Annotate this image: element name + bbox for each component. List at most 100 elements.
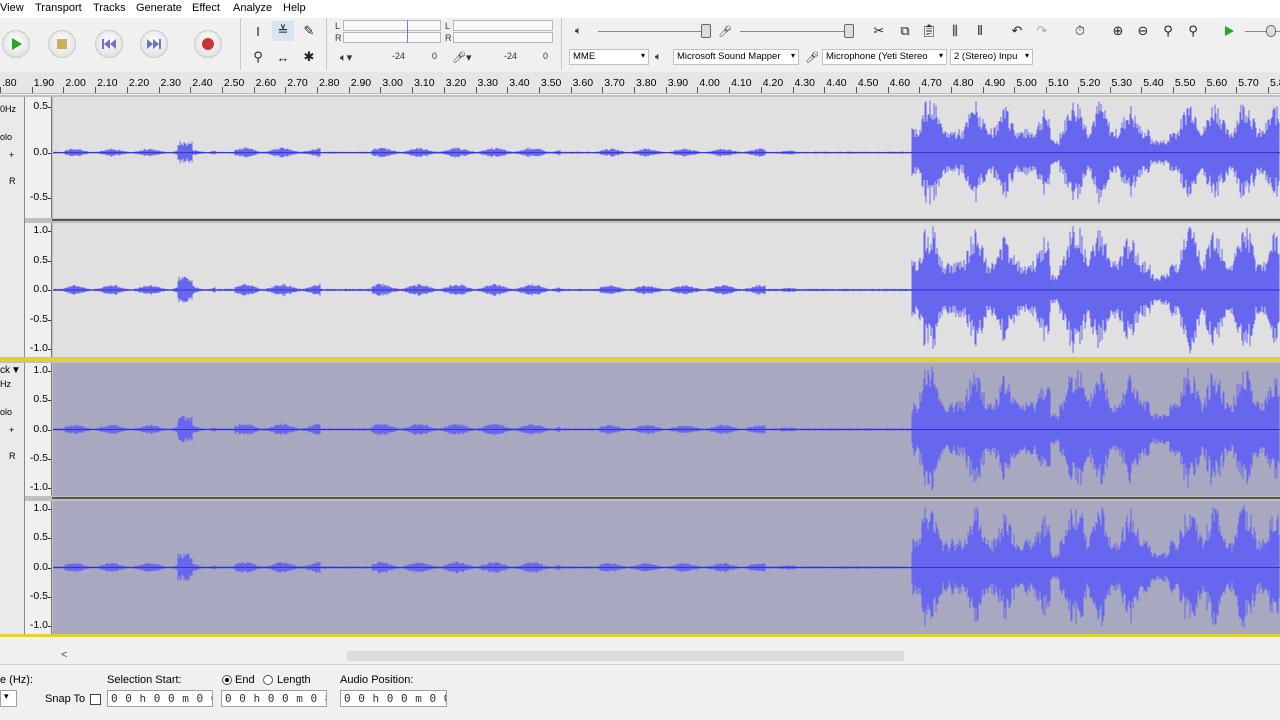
ruler-tick — [221, 87, 223, 93]
skip-start-button[interactable] — [95, 30, 123, 58]
amplitude-label: -0.5 — [29, 451, 48, 464]
toolbar-separator — [561, 18, 562, 70]
recording-volume-slider[interactable] — [740, 31, 852, 32]
scroll-thumb[interactable] — [347, 651, 904, 661]
vertical-amplitude-ruler[interactable]: 1.0 0.5 0.0 -0.5 -1.0 — [25, 363, 52, 496]
selection-tool[interactable]: I — [247, 21, 269, 41]
waveform-channel[interactable] — [53, 223, 1280, 357]
trim-button[interactable]: ⫼ — [944, 21, 966, 41]
zoom-in-icon: ⊕ — [1112, 23, 1124, 38]
vertical-amplitude-ruler[interactable]: 1.0 0.5 0.0 -0.5 -1.0 — [25, 223, 52, 357]
zoom-tool[interactable]: ⚲ — [247, 47, 269, 67]
redo-button[interactable]: ↷ — [1031, 21, 1053, 41]
recording-volume-thumb[interactable] — [844, 24, 854, 38]
output-device-select[interactable]: Microsoft Sound Mapper ▾ — [673, 49, 799, 65]
playback-meter-right[interactable] — [343, 32, 441, 43]
play-icon — [12, 38, 22, 50]
ruler-time-label: 3.60 — [572, 77, 594, 89]
zoom-in-button[interactable]: ⊕ — [1107, 21, 1129, 41]
menu-analyze[interactable]: Analyze — [233, 2, 272, 14]
fit-selection-button[interactable]: ⚲ — [1157, 21, 1179, 41]
ruler-tick — [665, 87, 667, 93]
zoom-out-button[interactable]: ⊖ — [1132, 21, 1154, 41]
selection-start-time[interactable]: 0 0 h 0 0 m 0 0 s — [107, 690, 213, 707]
ruler-tick — [1236, 87, 1238, 93]
amplitude-tick — [48, 107, 51, 108]
playback-meter-left[interactable] — [343, 20, 441, 31]
solo-button[interactable]: olo — [0, 407, 12, 417]
timeshift-tool[interactable]: ↔ — [272, 47, 294, 67]
ruler-time-label: 3.90 — [667, 77, 689, 89]
scroll-left-arrow[interactable]: < — [61, 649, 67, 661]
menu-tracks[interactable]: Tracks — [93, 2, 126, 14]
track-control-panel[interactable]: ck ▼ Hz olo + R — [0, 363, 25, 634]
ruler-time-label: 3.50 — [540, 77, 562, 89]
chevron-down-icon[interactable]: ▼ — [11, 365, 21, 376]
record-meter-right[interactable] — [453, 32, 553, 43]
ruler-tick — [0, 87, 1, 93]
ruler-tick — [348, 87, 350, 93]
play-at-speed-button[interactable] — [1218, 21, 1240, 41]
length-radio[interactable] — [263, 675, 273, 685]
input-channels-select[interactable]: 2 (Stereo) Inpu ▾ — [950, 49, 1033, 65]
project-rate-select[interactable]: ▾ — [0, 690, 17, 707]
end-radio[interactable] — [222, 675, 232, 685]
ruler-tick — [158, 87, 160, 93]
silence-button[interactable]: ⫴ — [969, 21, 991, 41]
amplitude-tick — [48, 509, 51, 510]
playback-volume-thumb[interactable] — [701, 24, 711, 38]
ruler-tick — [729, 87, 731, 93]
amplitude-label: -0.5 — [29, 589, 48, 602]
horizontal-scrollbar[interactable]: < — [0, 648, 1280, 664]
timeline-ruler[interactable]: .80 1.90 2.00 2.10 2.20 2.30 2.40 2.50 2.60 2.70 2… — [0, 72, 1280, 94]
waveform-channel[interactable] — [53, 97, 1280, 218]
ruler-time-label: 5.50 — [1174, 77, 1196, 89]
menu-help[interactable]: Help — [283, 2, 306, 14]
solo-button[interactable]: olo — [0, 132, 12, 142]
paste-button[interactable]: 📋︎ — [918, 21, 940, 41]
waveform — [53, 100, 1280, 205]
channel-divider — [52, 497, 1280, 499]
menu-generate[interactable]: Generate — [136, 2, 182, 14]
project-rate-label: e (Hz): — [0, 674, 33, 686]
audio-host-select[interactable]: MME ▾ — [569, 49, 649, 65]
meter-scale-label: 0 — [432, 51, 438, 61]
waveform-channel[interactable] — [53, 363, 1280, 496]
undo-button[interactable]: ↶ — [1006, 21, 1028, 41]
input-device-select[interactable]: Microphone (Yeti Stereo ▾ — [822, 49, 947, 65]
track-name-menu[interactable]: ck — [0, 365, 10, 376]
ruler-time-label: 1.90 — [33, 77, 55, 89]
record-meter-left[interactable] — [453, 20, 553, 31]
menu-view[interactable]: View — [0, 2, 24, 14]
fit-project-button[interactable]: ⚲ — [1182, 21, 1204, 41]
cut-button[interactable]: ✂ — [868, 21, 890, 41]
speaker-icon[interactable]: 🔈︎▾ — [340, 51, 352, 65]
audio-position-time[interactable]: 0 0 h 0 0 m 0 0 s — [340, 690, 447, 707]
meter-left-label: L — [335, 21, 341, 31]
skip-end-button[interactable] — [140, 30, 168, 58]
draw-tool[interactable]: ✎ — [298, 21, 320, 41]
record-button[interactable] — [194, 30, 222, 58]
envelope-tool[interactable]: ≚ — [272, 21, 294, 41]
microphone-icon[interactable]: 🎤︎▾ — [452, 51, 472, 64]
play-button[interactable] — [2, 30, 30, 58]
snap-to-checkbox[interactable] — [90, 694, 101, 705]
menu-effect[interactable]: Effect — [192, 2, 220, 14]
play-speed-thumb[interactable] — [1266, 25, 1276, 37]
amplitude-label: 0.5 — [33, 100, 48, 112]
menu-transport[interactable]: Transport — [35, 2, 82, 14]
ruler-tick — [475, 87, 477, 93]
amplitude-label: -0.5 — [29, 191, 48, 204]
multi-tool[interactable]: ✱ — [298, 47, 320, 67]
amplitude-label: 1.0 — [33, 502, 48, 514]
stop-button[interactable] — [48, 30, 76, 58]
vertical-amplitude-ruler[interactable]: 1.0 0.5 0.0 -0.5 -1.0 — [25, 501, 52, 634]
waveform-channel[interactable] — [53, 501, 1280, 634]
selection-end-time[interactable]: 0 0 h 0 0 m 0 8 s — [221, 690, 327, 707]
playback-volume-slider[interactable] — [598, 31, 710, 32]
vertical-amplitude-ruler[interactable]: 0.50.0-0.5-1.0 — [25, 97, 52, 249]
sync-lock-button[interactable]: ⏱ — [1069, 21, 1091, 41]
toolbars: I ≚ ✎ ⚲ ↔ ✱ L R L R 🔈︎▾ -24 0 🎤︎▾ -24 0 … — [0, 18, 1280, 70]
track-control-panel[interactable]: 0Hz olo + R — [0, 97, 25, 357]
copy-button[interactable]: ⧉ — [894, 21, 916, 41]
